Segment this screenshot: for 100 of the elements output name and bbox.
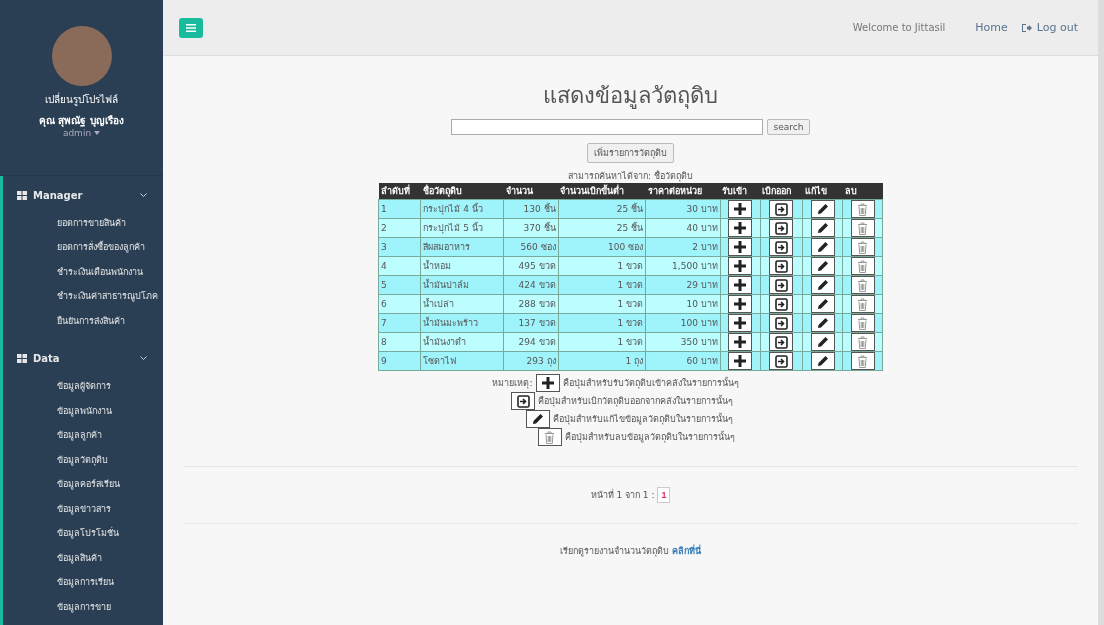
sign-in-icon [774, 316, 788, 330]
delete-button[interactable] [850, 352, 875, 370]
nav-link[interactable]: Log out [1036, 21, 1078, 34]
menu-icon [186, 23, 196, 32]
delete-button[interactable] [850, 295, 875, 313]
menu-section-title[interactable]: Manager [33, 189, 134, 201]
menu-section-title[interactable]: Data [33, 353, 134, 364]
delete-button[interactable] [850, 257, 875, 275]
role-dropdown[interactable]: admin [62, 128, 101, 138]
table-cell: 7 [378, 313, 421, 333]
column-header: เบิกออก [760, 183, 803, 200]
edit-button[interactable] [810, 333, 835, 351]
plus-icon [734, 317, 747, 329]
edit-button[interactable] [810, 200, 835, 218]
plus-icon [734, 203, 747, 215]
add-button[interactable] [728, 219, 753, 237]
withdraw-button[interactable] [769, 352, 794, 370]
pencil-icon [816, 260, 829, 272]
withdraw-button[interactable] [769, 200, 794, 218]
sign-in-icon [774, 221, 788, 235]
chevron-icon [140, 356, 147, 361]
column-header: จำนวนเบิกขั้นต่ำ [558, 183, 646, 200]
edit-button[interactable] [810, 257, 835, 275]
add-button[interactable] [728, 314, 753, 332]
sidebar-item[interactable]: ยืนยันการส่งสินค้า [17, 308, 163, 333]
change-photo-link[interactable]: เปลี่ยนรูปโปรไฟล์ [45, 92, 118, 107]
add-button[interactable] [728, 295, 753, 313]
delete-button[interactable] [850, 219, 875, 237]
sidebar-item[interactable]: ข้อมูลลูกค้า [17, 423, 163, 448]
withdraw-button[interactable] [769, 238, 794, 256]
sign-in-icon [774, 335, 788, 349]
report-text: เรียกดูรายงานจำนวนวัตถุดิบ คลิกที่นี่ [560, 544, 701, 558]
plus-icon [734, 336, 747, 348]
sidebar-item[interactable]: ข้อมูลสินค้า [17, 545, 163, 570]
withdraw-button[interactable] [769, 219, 794, 237]
add-button[interactable] [728, 352, 753, 370]
table-cell: 25 ชิ้น [558, 199, 646, 219]
sidebar-item[interactable]: ข้อมูลการเรียน [17, 570, 163, 595]
sidebar-item[interactable]: ยอดการขายสินค้า [17, 210, 163, 235]
delete-button[interactable] [850, 314, 875, 332]
edit-button[interactable] [810, 238, 835, 256]
search-field[interactable] [450, 119, 763, 135]
column-header: แก้ไข [802, 183, 843, 200]
legend-text: คือปุ่มสำหรับรับวัตถุดิบเข้าคลังในรายการนั้นๆ [562, 376, 739, 390]
grid-icon [17, 354, 27, 363]
delete-button[interactable] [850, 238, 875, 256]
withdraw-button[interactable] [769, 314, 794, 332]
withdraw-button[interactable] [769, 257, 794, 275]
add-button[interactable] [728, 238, 753, 256]
trash-icon [857, 316, 868, 330]
plus-icon [734, 260, 747, 272]
edit-button[interactable] [810, 276, 835, 294]
delete-button[interactable] [850, 333, 875, 351]
report-link[interactable]: คลิกที่นี่ [671, 546, 701, 556]
page-button[interactable]: 1 [657, 487, 671, 503]
column-header: ลบ [842, 183, 883, 200]
pencil-icon [532, 413, 544, 425]
sidebar-item[interactable]: ข้อมูลการขาย [17, 594, 163, 619]
delete-button[interactable] [850, 276, 875, 294]
pencil-icon [816, 222, 829, 234]
table-cell: 3 [378, 237, 421, 257]
withdraw-button[interactable] [769, 295, 794, 313]
table-cell: 130 ชิ้น [503, 199, 559, 219]
user-name: คุณ สุพณัฐ บุญเรือง [39, 114, 124, 128]
withdraw-button[interactable] [769, 276, 794, 294]
nav-link[interactable]: Home [975, 21, 1008, 34]
edit-button[interactable] [810, 352, 835, 370]
sidebar-item[interactable]: ข้อมูลโปรโมชั่น [17, 521, 163, 546]
column-header: จำนวน [503, 183, 559, 200]
delete-button[interactable] [850, 200, 875, 218]
sidebar-item[interactable]: ชำระเงินค่าสาธารณูปโภค [17, 284, 163, 309]
plus-icon [734, 241, 747, 253]
legend-label: หมายเหตุ: [492, 377, 533, 390]
sidebar-item[interactable]: ข้อมูลวัตถุดิบ [17, 447, 163, 472]
trash-icon [544, 430, 556, 444]
sidebar-item[interactable]: ยอดการสั่งซื้อของลูกค้า [17, 235, 163, 260]
add-item-button[interactable]: เพิ่มรายการวัตถุดิบ [587, 143, 674, 163]
sign-in-icon [774, 202, 788, 216]
column-header: ลำดับที่ [378, 183, 421, 200]
edit-button[interactable] [810, 295, 835, 313]
sidebar-item[interactable]: ข้อมูลคอร์สเรียน [17, 472, 163, 497]
edit-button[interactable] [810, 219, 835, 237]
menu-toggle-button[interactable] [179, 17, 203, 38]
search-button[interactable]: search [766, 119, 811, 135]
add-button[interactable] [728, 257, 753, 275]
add-button[interactable] [728, 200, 753, 218]
sidebar-item[interactable]: ข้อมูลผู้จัดการ [17, 374, 163, 399]
table-cell: 9 [378, 351, 421, 371]
sidebar-item[interactable]: ข้อมูลพนักงาน [17, 398, 163, 423]
trash-icon [857, 240, 868, 254]
add-button[interactable] [728, 276, 753, 294]
edit-button[interactable] [810, 314, 835, 332]
sidebar-item[interactable]: ชำระเงินเดือนพนักงาน [17, 259, 163, 284]
grid-icon [17, 190, 27, 200]
trash-icon [857, 278, 868, 292]
plus-icon [734, 298, 747, 310]
add-button[interactable] [728, 333, 753, 351]
table-cell: 8 [378, 332, 421, 352]
sidebar-item[interactable]: ข้อมูลข่าวสาร [17, 496, 163, 521]
withdraw-button[interactable] [769, 333, 794, 351]
